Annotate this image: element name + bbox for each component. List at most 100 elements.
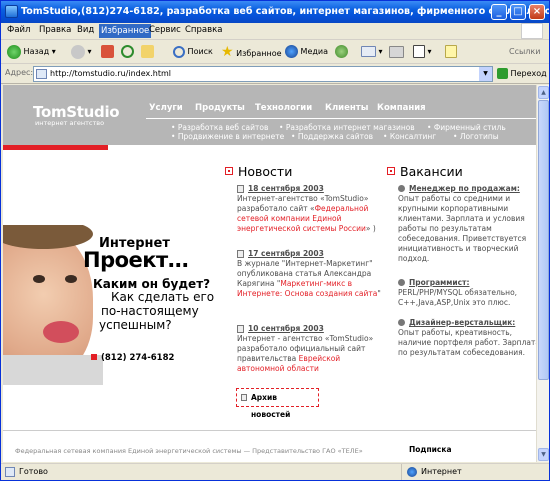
search-label: Поиск <box>187 47 213 56</box>
news-date-1[interactable]: 18 сентября 2003 <box>248 184 324 193</box>
news-item-3: Интернет - агентство «TomStudio» разрабо… <box>237 334 387 374</box>
edit-button[interactable]: ▾ <box>413 43 432 61</box>
news-after-1: » ) <box>365 224 376 233</box>
menu-help[interactable]: Справка <box>185 25 222 35</box>
red-accent-bar <box>3 145 108 150</box>
red-square-icon <box>225 167 233 175</box>
job-title-1[interactable]: Менеджер по продажам: <box>409 184 520 193</box>
media-icon <box>285 45 298 58</box>
sub-promo-label: Продвижение в интернете <box>177 132 285 141</box>
news-doc-icon <box>237 250 244 258</box>
close-button[interactable]: × <box>529 4 545 20</box>
print-button[interactable] <box>389 43 404 61</box>
vertical-scrollbar[interactable]: ▲ ▼ <box>536 85 549 462</box>
promo-line6: успешным? <box>99 318 172 332</box>
jobs-title: Вакансии <box>400 164 463 179</box>
sub-brand[interactable]: • Фирменный стиль <box>427 123 506 132</box>
page-status-icon <box>5 467 15 477</box>
scroll-up-button[interactable]: ▲ <box>538 86 549 99</box>
news-after-2: " <box>377 289 381 298</box>
note-icon <box>445 45 457 58</box>
menu-bar: Файл Правка Вид Избранное Сервис Справка <box>1 23 549 40</box>
printer-icon <box>389 45 404 58</box>
subscribe-heading: Подписка <box>409 445 452 454</box>
address-dropdown[interactable]: ▼ <box>479 67 492 81</box>
sub-brand-label: Фирменный стиль <box>433 123 506 132</box>
address-label: Адрес: <box>5 68 34 77</box>
window-title: TomStudio,(812)274-6182, разработка веб … <box>21 6 549 17</box>
sub-consulting-label: Консалтинг <box>389 132 437 141</box>
address-input[interactable]: http://tomstudio.ru/index.html ▼ <box>33 66 493 82</box>
sub-logos[interactable]: • Логотипы <box>453 132 499 141</box>
search-button[interactable]: Поиск <box>173 43 213 61</box>
go-button[interactable]: Переход <box>497 66 547 82</box>
menu-view[interactable]: Вид <box>77 25 94 35</box>
refresh-button[interactable] <box>121 43 134 61</box>
news-date-3[interactable]: 10 сентября 2003 <box>248 324 324 333</box>
job-text-1: Опыт работы со средними и крупными корпо… <box>398 194 527 263</box>
page-icon <box>36 69 47 79</box>
links-button[interactable]: Ссылки <box>509 43 540 61</box>
menu-favorites[interactable]: Избранное <box>99 24 152 38</box>
red-square-icon <box>387 167 395 175</box>
news-date-2[interactable]: 17 сентября 2003 <box>248 249 324 258</box>
jobs-heading: Вакансии <box>387 164 463 179</box>
forward-button[interactable]: ▾ <box>71 43 92 61</box>
history-button[interactable] <box>335 43 348 61</box>
archive-doc-icon <box>241 394 247 401</box>
scroll-down-button[interactable]: ▼ <box>538 448 549 461</box>
promo-line2: Проект… <box>83 248 189 272</box>
job-title-2[interactable]: Программист: <box>409 278 469 287</box>
person-icon <box>398 279 405 286</box>
media-label: Медиа <box>300 47 329 56</box>
home-button[interactable] <box>141 43 154 61</box>
sub-web-dev[interactable]: • Разработка веб сайтов <box>171 123 268 132</box>
job-title-3[interactable]: Дизайнер-верстальщик: <box>409 318 515 327</box>
job-text-2: PERL/PHP/MYSQL обязательно, C++,Java,ASP… <box>398 288 518 307</box>
scroll-thumb[interactable] <box>538 100 549 380</box>
sub-support[interactable]: • Поддержка сайтов <box>291 132 373 141</box>
menu-edit[interactable]: Правка <box>39 25 71 35</box>
browser-window: TomStudio,(812)274-6182, разработка веб … <box>0 0 550 481</box>
media-button[interactable]: Медиа <box>285 43 328 61</box>
go-label: Переход <box>510 69 547 78</box>
forward-arrow-icon <box>71 44 85 59</box>
messenger-button[interactable] <box>445 43 457 61</box>
news-doc-icon <box>237 325 244 333</box>
promo-line5: по-настоящему <box>101 304 199 318</box>
site-header: TomStudio интернет агентство Услуги Прод… <box>3 85 536 145</box>
maximize-button[interactable]: □ <box>510 4 526 20</box>
news-item-1: Интернет-агентство «TomStudio» разработа… <box>237 194 387 234</box>
sub-web-dev-label: Разработка веб сайтов <box>177 123 269 132</box>
search-icon <box>173 45 185 58</box>
sub-shops[interactable]: • Разработка интернет магазинов <box>279 123 415 132</box>
sub-promo[interactable]: • Продвижение в интернете <box>171 132 284 141</box>
nav-clients[interactable]: Клиенты <box>325 103 368 113</box>
zone-text: Интернет <box>421 467 462 476</box>
promo-phone: (812) 274-6182 <box>91 353 174 363</box>
stop-button[interactable] <box>101 43 114 61</box>
sub-consulting[interactable]: • Консалтинг <box>383 132 436 141</box>
news-item-2: В журнале "Интернет-Маркетинг" опубликов… <box>237 259 387 299</box>
favorites-button[interactable]: ★ Избранное <box>221 43 282 61</box>
menu-file[interactable]: Файл <box>7 25 30 35</box>
nav-services[interactable]: Услуги <box>149 103 183 113</box>
news-title: Новости <box>238 164 293 179</box>
nav-products[interactable]: Продукты <box>195 103 245 113</box>
status-text: Готово <box>19 467 48 476</box>
mail-button[interactable]: ▾ <box>361 43 383 61</box>
footer-text: Федеральная сетевая компания Единой энер… <box>15 447 363 455</box>
site-logo-subtitle: интернет агентство <box>35 119 105 127</box>
address-bar: Адрес: http://tomstudio.ru/index.html ▼ … <box>1 64 549 84</box>
news-archive-button[interactable]: Архив новостей <box>236 388 319 419</box>
favorites-label: Избранное <box>236 49 282 58</box>
menu-tools[interactable]: Сервис <box>149 25 181 35</box>
nav-company[interactable]: Компания <box>377 103 426 113</box>
nav-technologies[interactable]: Технологии <box>255 103 312 113</box>
person-icon <box>398 185 405 192</box>
toolbar: Назад ▾ ▾ Поиск ★ Избранное Медиа ▾ ▾ Сс… <box>1 40 549 64</box>
back-button[interactable]: Назад ▾ <box>7 43 56 61</box>
job-text-3: Опыт работы, креативность, наличие портф… <box>398 328 536 357</box>
minimize-button[interactable]: _ <box>491 4 507 20</box>
person-icon <box>398 319 405 326</box>
